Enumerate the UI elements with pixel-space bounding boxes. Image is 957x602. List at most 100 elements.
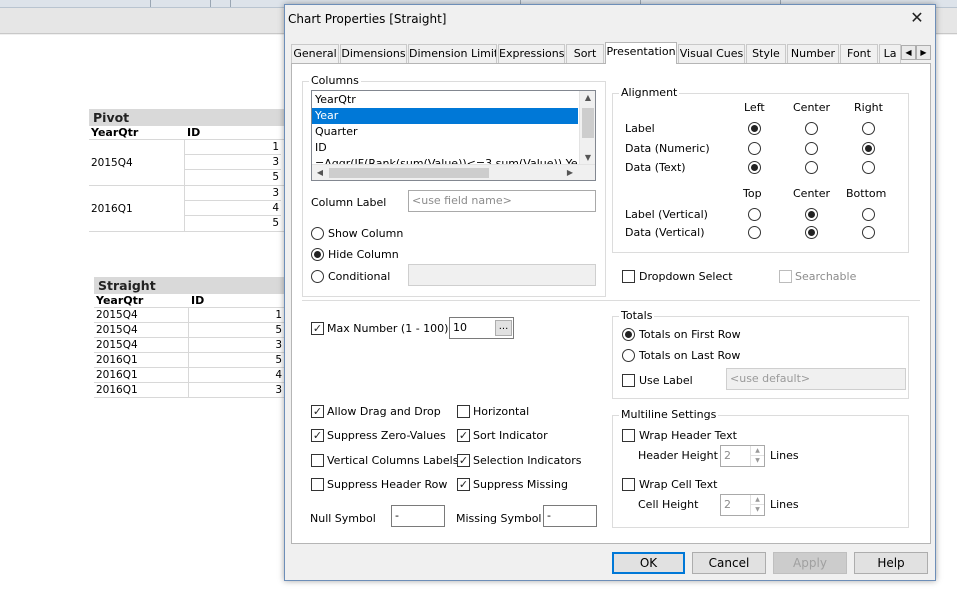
table-row[interactable]: 2016Q1 4 <box>94 368 286 383</box>
allow-drag-drop-checkbox[interactable]: ✓ <box>311 405 324 418</box>
data-bottom-radio[interactable] <box>862 226 875 239</box>
suppress-header-label[interactable]: Suppress Header Row <box>327 478 447 491</box>
cell-height-spinner[interactable]: 2 ▲ ▼ <box>720 494 765 516</box>
label-bottom-radio[interactable] <box>862 208 875 221</box>
conditional-label[interactable]: Conditional <box>328 270 390 283</box>
scroll-right-icon[interactable]: ▶ <box>562 168 578 177</box>
max-number-label[interactable]: Max Number (1 - 100) <box>327 322 448 335</box>
data-top-radio[interactable] <box>748 226 761 239</box>
tab-scroll-left-icon[interactable]: ◀ <box>901 45 916 60</box>
searchable-checkbox[interactable] <box>779 270 792 283</box>
selection-indicators-label[interactable]: Selection Indicators <box>473 454 582 467</box>
straight-header-yearqtr[interactable]: YearQtr <box>94 294 189 307</box>
totals-label-input[interactable]: <use default> <box>726 368 906 390</box>
suppress-missing-label[interactable]: Suppress Missing <box>473 478 568 491</box>
tab-general[interactable]: General <box>291 44 339 63</box>
scroll-down-icon[interactable]: ▼ <box>580 153 595 162</box>
scroll-thumb[interactable] <box>329 168 489 178</box>
totals-last-row-radio[interactable] <box>622 349 635 362</box>
wrap-cell-checkbox[interactable] <box>622 478 635 491</box>
null-symbol-input[interactable]: - <box>391 505 445 527</box>
tab-font[interactable]: Font <box>840 44 878 63</box>
numeric-center-radio[interactable] <box>805 142 818 155</box>
scroll-left-icon[interactable]: ◀ <box>312 168 328 177</box>
spin-down-icon[interactable]: ▼ <box>750 456 764 466</box>
wrap-header-label[interactable]: Wrap Header Text <box>639 429 737 442</box>
sort-indicator-checkbox[interactable]: ✓ <box>457 429 470 442</box>
totals-first-row-label[interactable]: Totals on First Row <box>639 328 741 341</box>
conditional-expression-input[interactable] <box>408 264 596 286</box>
pivot-cell[interactable]: 3 <box>185 155 281 170</box>
columns-horizontal-scrollbar[interactable]: ◀ ▶ <box>312 164 595 180</box>
label-top-radio[interactable] <box>748 208 761 221</box>
apply-button[interactable]: Apply <box>773 552 847 574</box>
text-right-radio[interactable] <box>862 161 875 174</box>
suppress-zero-label[interactable]: Suppress Zero-Values <box>327 429 446 442</box>
label-right-radio[interactable] <box>862 122 875 135</box>
suppress-missing-checkbox[interactable]: ✓ <box>457 478 470 491</box>
table-row[interactable]: 2015Q4 5 <box>94 323 286 338</box>
pivot-group-label[interactable]: 2016Q1 <box>89 186 185 231</box>
pivot-header-id[interactable]: ID <box>185 126 281 139</box>
label-vcenter-radio[interactable] <box>805 208 818 221</box>
hide-column-label[interactable]: Hide Column <box>328 248 399 261</box>
totals-first-row-radio[interactable] <box>622 328 635 341</box>
columns-vertical-scrollbar[interactable]: ▲ ▼ <box>579 91 595 165</box>
use-label-label[interactable]: Use Label <box>639 374 693 387</box>
list-item[interactable]: YearQtr <box>312 92 578 108</box>
data-vcenter-radio[interactable] <box>805 226 818 239</box>
pivot-group-label[interactable]: 2015Q4 <box>89 140 185 185</box>
selection-indicators-checkbox[interactable]: ✓ <box>457 454 470 467</box>
allow-drag-drop-label[interactable]: Allow Drag and Drop <box>327 405 441 418</box>
tab-expressions[interactable]: Expressions <box>498 44 565 63</box>
table-row[interactable]: 2016Q1 3 <box>94 383 286 398</box>
tab-layout[interactable]: La <box>879 44 901 63</box>
sort-indicator-label[interactable]: Sort Indicator <box>473 429 548 442</box>
close-icon[interactable]: ✕ <box>908 10 926 28</box>
table-row[interactable]: 2015Q4 3 <box>94 338 286 353</box>
scroll-thumb[interactable] <box>582 108 594 138</box>
pivot-cell[interactable]: 5 <box>185 216 281 231</box>
pivot-cell[interactable]: 4 <box>185 201 281 216</box>
wrap-cell-label[interactable]: Wrap Cell Text <box>639 478 717 491</box>
horizontal-label[interactable]: Horizontal <box>473 405 529 418</box>
tab-scroll-right-icon[interactable]: ▶ <box>916 45 931 60</box>
text-center-radio[interactable] <box>805 161 818 174</box>
label-center-radio[interactable] <box>805 122 818 135</box>
text-left-radio[interactable] <box>748 161 761 174</box>
max-number-checkbox[interactable]: ✓ <box>311 322 324 335</box>
header-height-spinner[interactable]: 2 ▲ ▼ <box>720 445 765 467</box>
suppress-header-checkbox[interactable] <box>311 478 324 491</box>
hide-column-radio[interactable] <box>311 248 324 261</box>
suppress-zero-checkbox[interactable]: ✓ <box>311 429 324 442</box>
list-item-selected[interactable]: Year <box>312 108 578 124</box>
numeric-left-radio[interactable] <box>748 142 761 155</box>
pivot-cell[interactable]: 3 <box>185 186 281 201</box>
spin-up-icon[interactable]: ▲ <box>750 446 764 456</box>
use-label-checkbox[interactable] <box>622 374 635 387</box>
tab-style[interactable]: Style <box>746 44 786 63</box>
ok-button[interactable]: OK <box>612 552 685 574</box>
dropdown-select-checkbox[interactable] <box>622 270 635 283</box>
pivot-cell[interactable]: 1 <box>185 140 281 155</box>
totals-last-row-label[interactable]: Totals on Last Row <box>639 349 740 362</box>
numeric-right-radio[interactable] <box>862 142 875 155</box>
cancel-button[interactable]: Cancel <box>692 552 766 574</box>
list-item[interactable]: Quarter <box>312 124 578 140</box>
missing-symbol-input[interactable]: - <box>543 505 597 527</box>
show-column-label[interactable]: Show Column <box>328 227 403 240</box>
tab-dimensions[interactable]: Dimensions <box>340 44 407 63</box>
tab-number[interactable]: Number <box>787 44 839 63</box>
pivot-header-yearqtr[interactable]: YearQtr <box>89 126 185 139</box>
tab-dimension-limits[interactable]: Dimension Limits <box>408 44 497 63</box>
spin-down-icon[interactable]: ▼ <box>750 505 764 515</box>
help-button[interactable]: Help <box>854 552 928 574</box>
table-row[interactable]: 2016Q1 5 <box>94 353 286 368</box>
pivot-table[interactable]: Pivot YearQtr ID 2015Q4 1 3 5 2016Q1 3 4… <box>89 109 285 232</box>
scroll-up-icon[interactable]: ▲ <box>580 93 595 102</box>
columns-listbox[interactable]: YearQtr Year Quarter ID =Aggr(IF(Rank(su… <box>311 90 596 181</box>
horizontal-checkbox[interactable] <box>457 405 470 418</box>
wrap-header-checkbox[interactable] <box>622 429 635 442</box>
dropdown-select-label[interactable]: Dropdown Select <box>639 270 733 283</box>
list-item[interactable]: ID <box>312 140 578 156</box>
